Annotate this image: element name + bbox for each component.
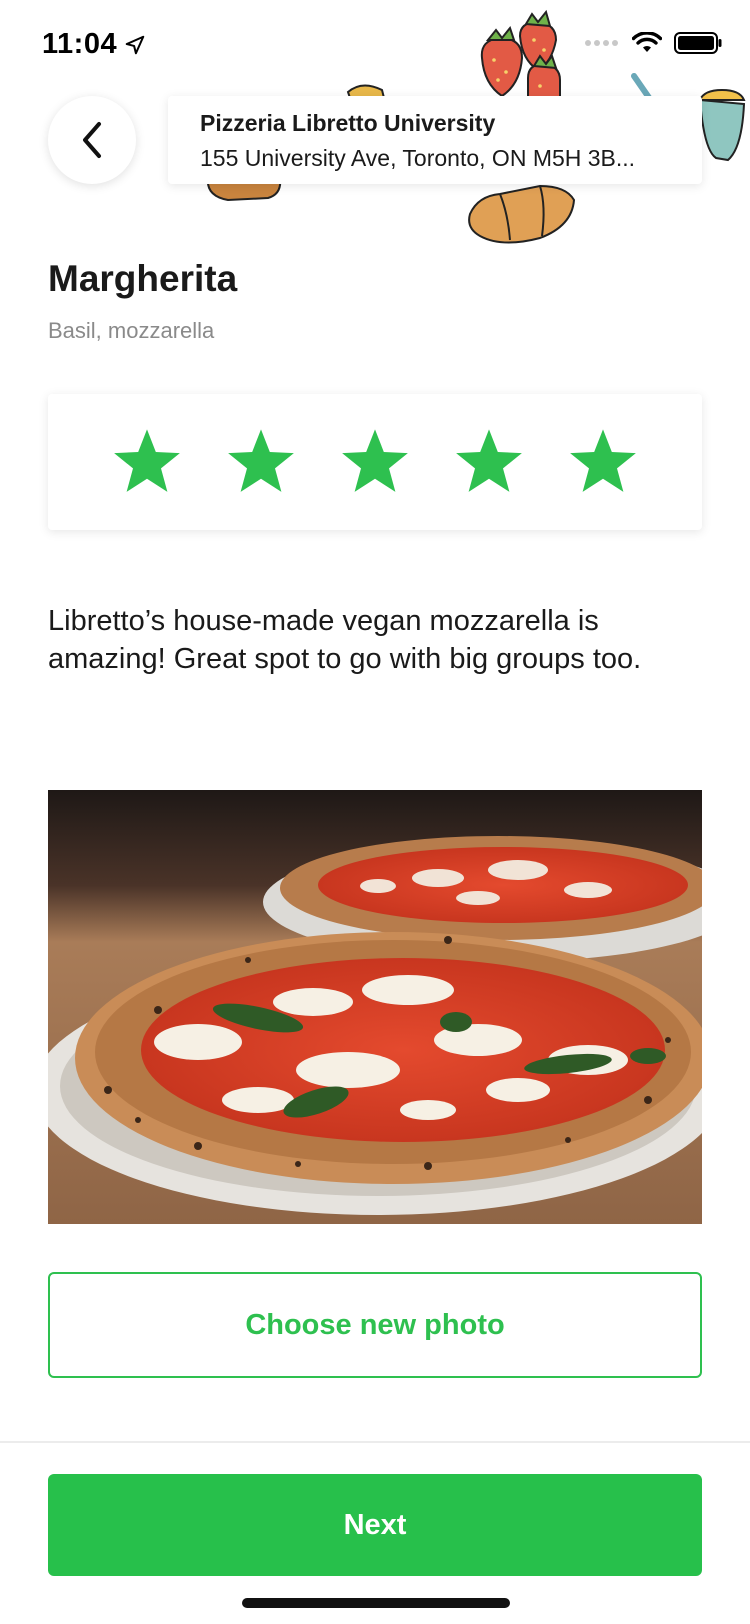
- restaurant-name: Pizzeria Libretto University: [200, 110, 496, 136]
- star-rating: [48, 394, 702, 530]
- restaurant-address: 155 University Ave, Toronto, ON M5H 3B..…: [200, 145, 636, 171]
- location-arrow-icon: [125, 35, 145, 55]
- bottom-divider: [0, 1441, 750, 1443]
- pizza-photo-illustration: [48, 790, 702, 1224]
- status-bar: 11:04: [0, 0, 750, 90]
- restaurant-card[interactable]: Pizzeria Libretto University 155 Univers…: [168, 96, 702, 184]
- star-icon[interactable]: [224, 427, 298, 497]
- status-indicators: [584, 32, 722, 54]
- wifi-icon: [632, 32, 662, 52]
- home-indicator: [242, 1598, 510, 1608]
- status-time: 11:04: [42, 28, 118, 60]
- star-icon[interactable]: [566, 427, 640, 497]
- croissant-illustration: [468, 184, 576, 244]
- star-icon[interactable]: [338, 427, 412, 497]
- dish-subtitle: Basil, mozzarella: [48, 318, 215, 343]
- back-button[interactable]: [48, 96, 136, 184]
- star-icon[interactable]: [110, 427, 184, 497]
- choose-new-photo-button[interactable]: Choose new photo: [48, 1272, 702, 1378]
- next-button[interactable]: Next: [48, 1474, 702, 1576]
- chevron-left-icon: [83, 122, 101, 158]
- battery-icon: [674, 32, 722, 54]
- review-text: Libretto’s house-made vegan mozzarella i…: [48, 605, 642, 675]
- dish-title: Margherita: [48, 258, 238, 299]
- star-icon[interactable]: [452, 427, 526, 497]
- cellular-signal-icon: [585, 40, 618, 46]
- margherita-pizza-photo: [48, 790, 702, 1224]
